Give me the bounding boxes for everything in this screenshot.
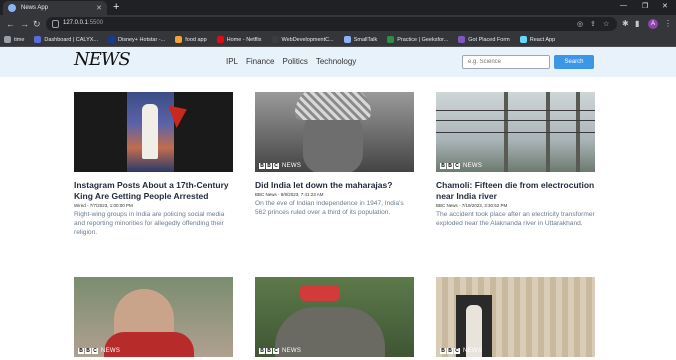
news-description: On the eve of Indian independence in 194… xyxy=(255,200,404,216)
news-card[interactable]: B B C NEWS xyxy=(436,277,595,357)
news-title[interactable]: Chamoli: Fifteen die from electrocution … xyxy=(436,180,595,202)
bookmarks-bar: time Dashboard | CALYX... Disney+ Hotsta… xyxy=(0,33,676,47)
reload-icon[interactable]: ↻ xyxy=(33,18,41,30)
new-tab-button[interactable]: + xyxy=(113,1,119,13)
browser-tab[interactable]: News App ✕ xyxy=(3,1,107,15)
news-card[interactable]: Instagram Posts About a 17th-Century Kin… xyxy=(74,92,233,237)
brand-logo[interactable]: NEWS xyxy=(74,49,131,70)
news-image[interactable]: B B C NEWS xyxy=(255,92,414,172)
back-icon[interactable]: ← xyxy=(6,18,15,30)
news-image[interactable]: B B C NEWS xyxy=(255,277,414,357)
news-image[interactable]: B B C NEWS xyxy=(436,92,595,172)
news-title[interactable]: Instagram Posts About a 17th-Century Kin… xyxy=(74,180,233,202)
bookmark-item[interactable]: Home - Netflix xyxy=(216,36,262,43)
bbc-news-logo: B B C NEWS xyxy=(259,163,302,169)
bookmark-favicon-icon xyxy=(4,36,11,43)
news-description: The accident took place after an electri… xyxy=(436,211,595,227)
nav-link-politics[interactable]: Politics xyxy=(282,57,307,66)
news-card[interactable]: B B C NEWS Did India let down the maharajas… xyxy=(255,92,414,217)
bbc-news-logo: B B C NEWS xyxy=(259,348,302,354)
app-navbar: NEWS IPL Finance Politics Technology Sea… xyxy=(0,47,676,77)
site-info-icon[interactable] xyxy=(52,20,59,28)
bookmark-item[interactable]: Disney+ Hotstar -... xyxy=(108,36,165,43)
window-close-icon[interactable]: ✕ xyxy=(662,2,668,10)
news-image[interactable]: B B C NEWS xyxy=(74,277,233,357)
close-tab-icon[interactable]: ✕ xyxy=(96,4,102,12)
bookmark-item[interactable]: WebDevelopmentC... xyxy=(271,36,334,43)
bookmark-item[interactable]: Practice | Geeksfor... xyxy=(387,36,448,43)
extensions-icon[interactable]: ✱ xyxy=(622,19,629,28)
news-image[interactable]: B B C NEWS xyxy=(436,277,595,357)
url-text: 127.0.0.1:5500 xyxy=(63,20,104,26)
bookmark-favicon-icon xyxy=(34,36,42,43)
bookmark-favicon-icon xyxy=(519,36,527,43)
maximize-icon[interactable]: ❐ xyxy=(642,2,648,10)
bookmark-favicon-icon xyxy=(387,36,395,43)
profile-avatar[interactable]: A xyxy=(648,19,658,29)
menu-icon[interactable]: ⋮ xyxy=(664,19,672,28)
bookmark-favicon-icon xyxy=(343,36,351,43)
search-button[interactable]: Search xyxy=(554,55,594,69)
nav-link-technology[interactable]: Technology xyxy=(316,57,356,66)
globe-icon xyxy=(8,4,16,12)
browser-tab-bar: News App ✕ + — ❐ ✕ xyxy=(0,0,676,15)
news-card[interactable]: B B C NEWS xyxy=(255,277,414,357)
side-panel-icon[interactable]: ▮ xyxy=(635,19,639,28)
bookmark-favicon-icon xyxy=(175,36,183,43)
bookmark-item[interactable]: Dashboard | CALYX... xyxy=(34,36,98,43)
eye-off-icon[interactable]: ◎ xyxy=(577,20,583,28)
bbc-news-logo: B B C NEWS xyxy=(440,348,483,354)
news-image[interactable] xyxy=(74,92,233,172)
news-title[interactable]: Did India let down the maharajas? xyxy=(255,180,414,191)
news-card[interactable]: B B C NEWS Chamoli: Fifteen die from electr… xyxy=(436,92,595,228)
bookmark-favicon-icon xyxy=(108,36,115,43)
bookmark-item[interactable]: Got Placed Form xyxy=(458,36,510,43)
browser-toolbar: ← → ↻ 127.0.0.1:5500 ◎ ⇪ ☆ ✱ ▮ A ⋮ xyxy=(0,15,676,33)
news-meta: Wired - 7/7/2023, 1:00:00 PM xyxy=(74,203,133,208)
news-grid: Instagram Posts About a 17th-Century Kin… xyxy=(0,77,676,360)
nav-link-finance[interactable]: Finance xyxy=(246,57,274,66)
bookmark-favicon-icon xyxy=(458,36,466,43)
bbc-news-logo: B B C NEWS xyxy=(78,348,121,354)
forward-icon[interactable]: → xyxy=(20,18,29,30)
nav-links: IPL Finance Politics Technology xyxy=(226,57,356,66)
minimize-icon[interactable]: — xyxy=(620,2,627,9)
news-card[interactable]: B B C NEWS xyxy=(74,277,233,357)
news-meta: BBC News - 8/9/2023, 7:41:23 AM xyxy=(255,192,324,197)
bookmark-item[interactable]: food app xyxy=(175,36,207,43)
news-meta: BBC News - 7/19/2023, 3:30:52 PM xyxy=(436,203,508,208)
bookmark-item[interactable]: time xyxy=(4,36,24,43)
address-bar[interactable]: 127.0.0.1:5500 ◎ ⇪ ☆ xyxy=(46,17,617,31)
bookmark-favicon-icon xyxy=(271,36,279,43)
news-description: Right-wing groups in India are policing … xyxy=(74,211,225,236)
bbc-news-logo: B B C NEWS xyxy=(440,163,483,169)
search-input[interactable] xyxy=(462,55,550,69)
tab-title: News App xyxy=(21,5,49,11)
share-icon[interactable]: ⇪ xyxy=(590,20,596,28)
nav-link-ipl[interactable]: IPL xyxy=(226,57,238,66)
bookmark-item[interactable]: SmallTalk xyxy=(343,36,377,43)
bookmark-favicon-icon xyxy=(216,36,224,43)
bookmark-item[interactable]: React App xyxy=(519,36,555,43)
bookmark-star-icon[interactable]: ☆ xyxy=(603,20,609,28)
